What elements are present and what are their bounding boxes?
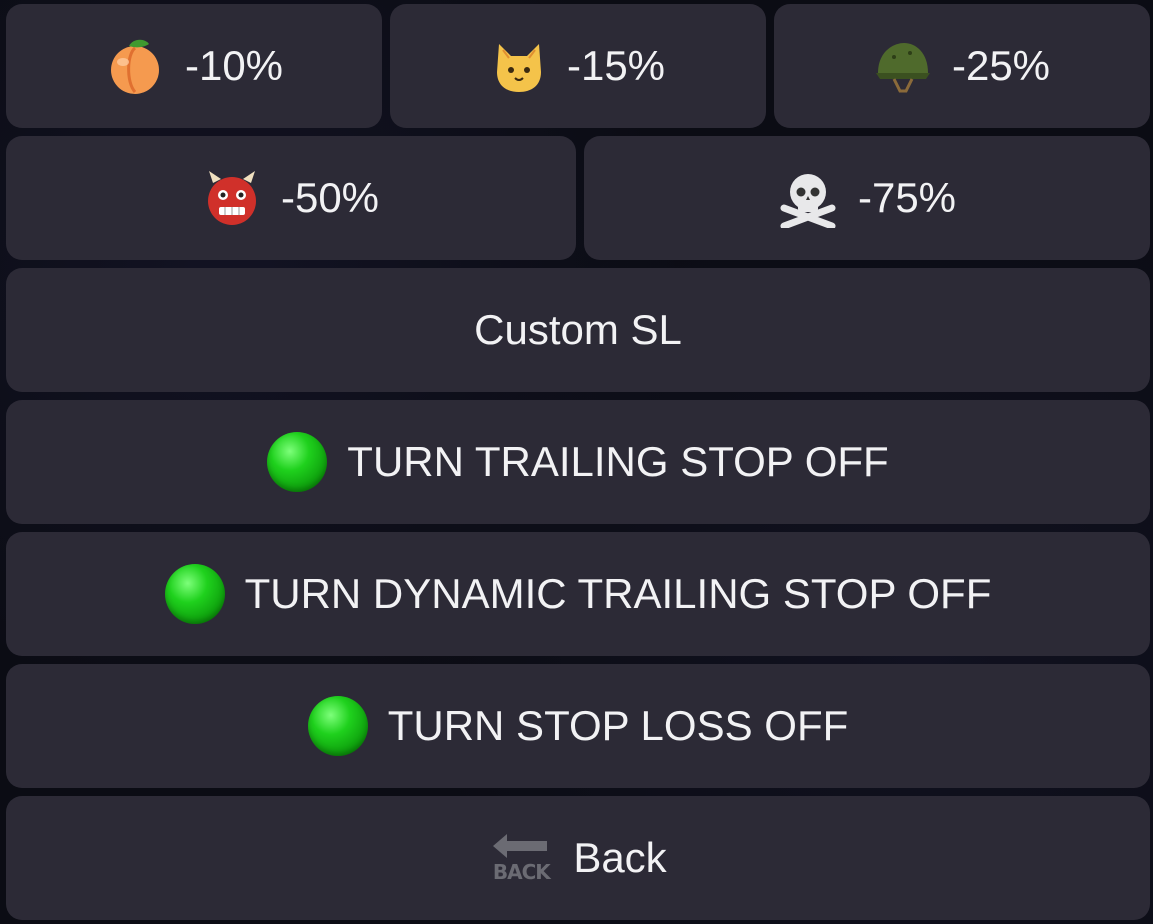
stop-loss-50-button[interactable]: -50% <box>6 136 576 260</box>
bot-reply-keyboard: -10% -15% -25% -50% -75% Custom SL TURN … <box>0 0 1153 924</box>
stop-loss-75-button[interactable]: -75% <box>584 136 1150 260</box>
stop-loss-15-label: -15% <box>566 42 666 89</box>
back-label: Back <box>573 834 667 881</box>
toggle-dynamic-trailing-stop-label: TURN DYNAMIC TRAILING STOP OFF <box>244 570 992 617</box>
cat-face-icon <box>491 38 547 94</box>
ogre-icon <box>203 169 261 227</box>
green-circle-icon <box>267 432 328 492</box>
stop-loss-10-button[interactable]: -10% <box>6 4 382 128</box>
toggle-dynamic-trailing-stop-button[interactable]: TURN DYNAMIC TRAILING STOP OFF <box>6 532 1150 656</box>
stop-loss-25-label: -25% <box>951 42 1051 89</box>
custom-sl-label: Custom SL <box>474 306 682 353</box>
skull-and-crossbones-icon <box>778 168 838 228</box>
custom-sl-button[interactable]: Custom SL <box>6 268 1150 392</box>
stop-loss-50-label: -50% <box>280 174 380 221</box>
back-arrow-icon-text: BACK <box>492 860 551 884</box>
green-circle-icon <box>164 564 225 624</box>
toggle-trailing-stop-label: TURN TRAILING STOP OFF <box>347 438 889 485</box>
stop-loss-75-label: -75% <box>857 174 957 221</box>
green-circle-icon <box>307 696 368 756</box>
stop-loss-15-button[interactable]: -15% <box>390 4 766 128</box>
toggle-stop-loss-label: TURN STOP LOSS OFF <box>387 702 849 749</box>
military-helmet-icon <box>874 37 932 95</box>
stop-loss-10-label: -10% <box>184 42 284 89</box>
toggle-trailing-stop-button[interactable]: TURN TRAILING STOP OFF <box>6 400 1150 524</box>
peach-icon <box>105 36 165 96</box>
back-arrow-icon: BACK <box>489 830 553 886</box>
stop-loss-25-button[interactable]: -25% <box>774 4 1150 128</box>
back-button[interactable]: BACK Back <box>6 796 1150 920</box>
toggle-stop-loss-button[interactable]: TURN STOP LOSS OFF <box>6 664 1150 788</box>
